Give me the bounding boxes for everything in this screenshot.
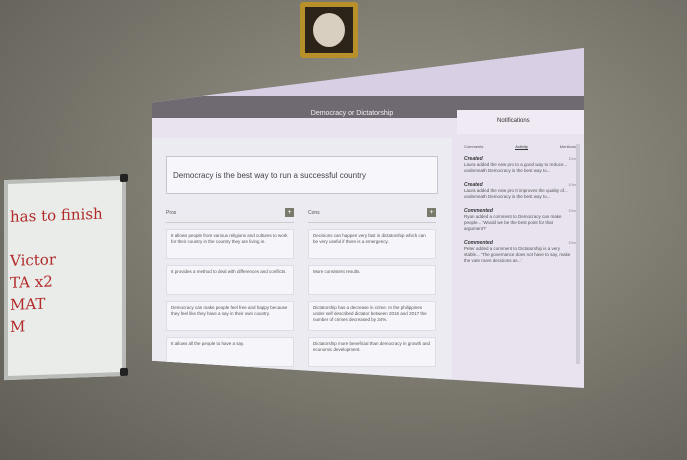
- column-header: Cons +: [308, 208, 436, 223]
- notification-item[interactable]: 10m Commented Ryan added a comment to Dem…: [464, 208, 576, 232]
- column-header: Pros +: [166, 208, 294, 223]
- cons-column: Cons + Decisions can happen very fast in …: [308, 208, 436, 367]
- board-corner: [120, 173, 128, 183]
- argument-card[interactable]: Dictatorship more beneficial than democr…: [308, 337, 436, 367]
- notification-item[interactable]: 10m Created Laura added the new pro to a …: [464, 156, 576, 174]
- notification-tabs: Comments Activity Mentions: [464, 144, 576, 150]
- notification-item[interactable]: 10m Created Laura added the new pro It im…: [464, 182, 576, 200]
- argument-card[interactable]: It provides a method to deal with differ…: [166, 265, 294, 295]
- question-text: Democracy is the best way to run a succe…: [173, 171, 366, 180]
- notification-item[interactable]: 10m Commented Peter added a comment to Di…: [464, 240, 576, 264]
- argument-card[interactable]: Democracy can make people feel free and …: [166, 301, 294, 331]
- wall-picture-frame: [300, 2, 358, 58]
- notifications-title: Notifications: [497, 118, 530, 124]
- add-con-button[interactable]: +: [427, 208, 436, 217]
- tab-comments[interactable]: Comments: [464, 144, 483, 150]
- projected-screen: Democracy or Dictatorship Notifications …: [152, 48, 584, 388]
- debate-canvas: Democracy is the best way to run a succe…: [152, 138, 452, 388]
- whiteboard-handwriting: has to finish Victor TA x2 MAT M: [10, 204, 103, 336]
- tab-activity[interactable]: Activity: [515, 144, 528, 150]
- argument-card[interactable]: Dictatorship has a decrease in crime. In…: [308, 301, 436, 331]
- question-card[interactable]: Democracy is the best way to run a succe…: [166, 156, 438, 194]
- notifications-scrollbar[interactable]: [576, 144, 580, 364]
- pros-column: Pros + It allows people from various reli…: [166, 208, 294, 388]
- argument-card[interactable]: More consistent results.: [308, 265, 436, 295]
- notifications-header: Notifications: [457, 110, 584, 134]
- board-corner: [120, 367, 128, 377]
- notifications-panel: Comments Activity Mentions 10m Created La…: [464, 144, 576, 272]
- argument-card[interactable]: It allows people from various religions …: [166, 229, 294, 259]
- argument-card[interactable]: Decisions can happen very fast in dictat…: [308, 229, 436, 259]
- whiteboard: has to finish Victor TA x2 MAT M: [4, 173, 128, 381]
- page-title: Democracy or Dictatorship: [310, 110, 394, 117]
- portrait-image: [313, 13, 345, 47]
- argument-card[interactable]: It allows all the people to have a say.: [166, 337, 294, 367]
- tab-mentions[interactable]: Mentions: [560, 144, 576, 150]
- add-pro-button[interactable]: +: [285, 208, 294, 217]
